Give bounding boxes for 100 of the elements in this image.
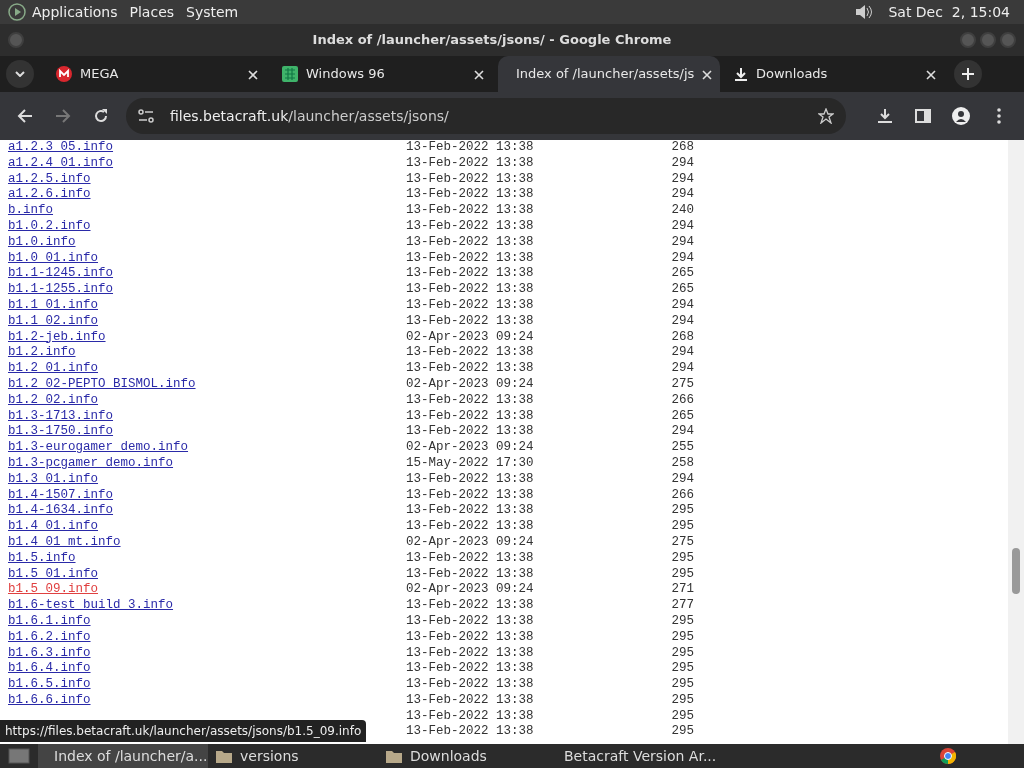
file-link[interactable]: b1.3-1750.info: [8, 424, 114, 439]
show-desktop-icon: [8, 747, 30, 765]
date-text: 13-Feb-2022 13:38: [406, 140, 535, 156]
size-text: 265: [670, 408, 694, 425]
size-text: 295: [670, 503, 694, 520]
close-icon: [474, 69, 484, 80]
file-link[interactable]: b1.1_01.info: [8, 297, 98, 312]
tab-search-button[interactable]: [6, 60, 34, 88]
size-text: 265: [670, 282, 694, 298]
date-text: 13-Feb-2022 13:38: [406, 313, 535, 330]
menu-item[interactable]: Places: [123, 1, 181, 23]
size-text: 271: [670, 582, 694, 599]
file-link[interactable]: b1.6.6.info: [8, 692, 91, 707]
browser-tab[interactable]: Windows 96: [272, 56, 494, 92]
size-text: 295: [670, 550, 694, 567]
file-link[interactable]: b.info: [8, 203, 53, 218]
taskbar-item[interactable]: Index of /launcher/a...: [38, 744, 208, 768]
star-icon: [818, 108, 834, 124]
menu-item[interactable]: Applications: [26, 1, 124, 23]
file-link[interactable]: b1.6.5.info: [8, 677, 91, 692]
file-link[interactable]: b1.2_02-PEPTO_BISMOL.info: [8, 376, 196, 391]
date-text: 13-Feb-2022 13:38: [406, 203, 535, 219]
plus-icon: [962, 68, 974, 80]
file-link[interactable]: b1.0.info: [8, 234, 76, 249]
date-text: 13-Feb-2022 13:38: [406, 408, 535, 425]
new-tab-button[interactable]: [954, 60, 982, 88]
date-text: 13-Feb-2022 13:38: [406, 266, 535, 283]
size-text: 294: [670, 297, 694, 314]
date-text: 13-Feb-2022 13:38: [406, 629, 535, 646]
file-link[interactable]: b1.6.3.info: [8, 645, 91, 660]
window-title: Index of /launcher/assets/jsons/ - Google Chrome: [311, 31, 673, 50]
file-link[interactable]: a1.2.5.info: [8, 171, 91, 186]
close-icon: [926, 69, 936, 80]
address-bar[interactable]: files.betacraft.uk/launcher/assets/jsons/: [126, 98, 846, 134]
size-text: 277: [670, 598, 694, 614]
size-text: 294: [670, 155, 694, 172]
scrollbar[interactable]: [1008, 140, 1024, 744]
file-link[interactable]: b1.4-1507.info: [8, 487, 114, 502]
size-text: 275: [670, 534, 694, 551]
folder-icon: [216, 749, 232, 763]
taskbar-item[interactable]: Downloads: [378, 744, 548, 768]
file-link[interactable]: b1.6.2.info: [8, 629, 91, 644]
file-link[interactable]: b1.2-jeb.info: [8, 329, 106, 344]
chrome-icon: [940, 748, 956, 764]
date-text: 13-Feb-2022 13:38: [406, 187, 535, 204]
file-link[interactable]: b1.3_01.info: [8, 471, 98, 486]
download-icon: [734, 67, 748, 81]
close-icon: [248, 69, 258, 80]
file-link[interactable]: b1.3-eurogamer_demo.info: [8, 440, 189, 455]
file-link[interactable]: b1.5_09.info: [8, 582, 98, 597]
file-link[interactable]: a1.2.6.info: [8, 187, 91, 202]
grid-logo-icon: [282, 66, 298, 82]
file-link[interactable]: b1.1_02.info: [8, 313, 98, 328]
date-text: 13-Feb-2022 13:38: [406, 392, 535, 409]
file-link[interactable]: b1.0_01.info: [8, 250, 98, 265]
file-link[interactable]: b1.4_01.info: [8, 519, 98, 534]
size-text: 294: [670, 171, 694, 188]
downloads-icon: [877, 108, 893, 124]
file-link[interactable]: b1.2.info: [8, 345, 76, 360]
size-text: 240: [670, 203, 694, 219]
size-text: 294: [670, 471, 694, 488]
file-link[interactable]: b1.4-1634.info: [8, 503, 114, 518]
size-text: 294: [670, 424, 694, 441]
date-text: 13-Feb-2022 13:38: [406, 566, 535, 583]
file-link[interactable]: b1.1-1255.info: [8, 282, 114, 297]
date-text: 13-Feb-2022 13:38: [406, 724, 535, 741]
file-link[interactable]: b1.6.1.info: [8, 613, 91, 628]
size-text: 268: [670, 140, 694, 156]
date-text: 13-Feb-2022 13:38: [406, 708, 535, 725]
date-text: 02-Apr-2023 09:24: [406, 534, 535, 551]
file-link[interactable]: a1.2.3_05.info: [8, 140, 114, 154]
file-link[interactable]: b1.5_01.info: [8, 566, 98, 581]
volume-icon: [854, 3, 875, 21]
browser-tab[interactable]: MEGA: [46, 56, 268, 92]
file-link[interactable]: b1.5.info: [8, 550, 76, 565]
scrollbar-thumb[interactable]: [1012, 548, 1020, 594]
date-text: 13-Feb-2022 13:38: [406, 645, 535, 662]
date-text: 13-Feb-2022 13:38: [406, 250, 535, 267]
taskbar-item[interactable]: Betacraft Version Ar...: [548, 744, 718, 768]
taskbar-item[interactable]: versions: [208, 744, 378, 768]
file-link[interactable]: b1.3-pcgamer_demo.info: [8, 455, 174, 470]
file-link[interactable]: b1.4_01_mt.info: [8, 534, 121, 549]
file-link[interactable]: b1.2_01.info: [8, 361, 98, 376]
file-link[interactable]: b1.3-1713.info: [8, 408, 114, 423]
chevron-down-icon: [15, 71, 25, 77]
file-link[interactable]: b1.2_02.info: [8, 392, 98, 407]
browser-tab[interactable]: Downloads: [724, 56, 946, 92]
size-text: 265: [670, 266, 694, 283]
file-link[interactable]: b1.0.2.info: [8, 219, 91, 233]
reload-icon: [93, 108, 109, 124]
file-link[interactable]: b1.1-1245.info: [8, 266, 114, 281]
browser-tab[interactable]: Index of /launcher/assets/js: [498, 56, 720, 92]
size-text: 294: [670, 234, 694, 251]
menu-item[interactable]: System: [180, 1, 245, 23]
file-link[interactable]: a1.2.4_01.info: [8, 155, 114, 170]
file-link[interactable]: b1.6.4.info: [8, 661, 91, 676]
file-link[interactable]: b1.6-test_build_3.info: [8, 598, 174, 613]
size-text: 268: [670, 329, 694, 346]
clock: Sat Dec 2, 15:04: [887, 2, 1011, 22]
date-text: 13-Feb-2022 13:38: [406, 692, 535, 709]
